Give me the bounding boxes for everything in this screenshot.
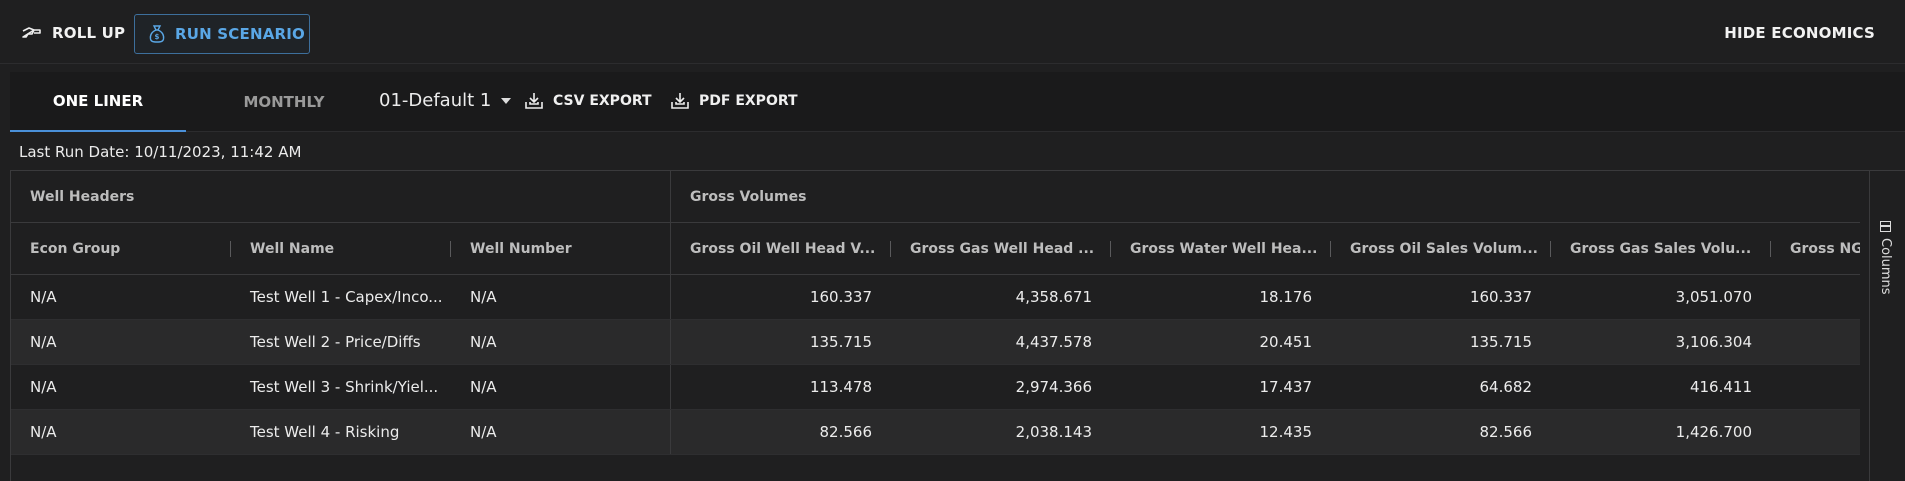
- cell-well-name: Test Well 2 - Price/Diffs: [250, 333, 421, 351]
- cell-gross-gas-sales: 3,106.304: [1675, 333, 1752, 351]
- cell-gross-oil-sales: 64.682: [1479, 378, 1533, 396]
- cell-gross-water-well-head: 20.451: [1259, 333, 1313, 351]
- col-header-well-number[interactable]: Well Number: [451, 223, 671, 275]
- caret-down-icon: [501, 97, 512, 104]
- svg-text:$: $: [154, 33, 159, 41]
- cell-gross-oil-well-head: 82.566: [819, 423, 873, 441]
- table-row[interactable]: N/A Test Well 2 - Price/Diffs N/A 135.71…: [11, 320, 1860, 365]
- pdf-export-label: PDF EXPORT: [699, 93, 798, 109]
- cell-gross-gas-well-head: 4,437.578: [1015, 333, 1092, 351]
- pdf-export-button[interactable]: PDF EXPORT: [670, 92, 798, 110]
- cell-econ-group: N/A: [30, 288, 57, 306]
- column-header-row: Econ Group Well Name Well Number Gross O…: [11, 223, 1860, 275]
- cell-gross-oil-well-head: 160.337: [809, 288, 872, 306]
- cell-gross-oil-sales: 135.715: [1469, 333, 1532, 351]
- cell-well-number: N/A: [451, 410, 671, 454]
- cell-gross-oil-well-head: 113.478: [809, 378, 872, 396]
- roll-up-button[interactable]: ROLL UP: [22, 20, 125, 46]
- col-header-gross-oil-sales[interactable]: Gross Oil Sales Volum...: [1331, 223, 1551, 275]
- col-header-gross-gas-well-head[interactable]: Gross Gas Well Head ...: [891, 223, 1111, 275]
- run-scenario-button[interactable]: $ RUN SCENARIO: [134, 14, 310, 54]
- cell-gross-gas-sales: 416.411: [1689, 378, 1752, 396]
- table-row[interactable]: N/A Test Well 3 - Shrink/Yiel... N/A 113…: [11, 365, 1860, 410]
- one-liner-grid: Well Headers Gross Volumes Econ Group We…: [10, 170, 1905, 481]
- cell-gross-water-well-head: 17.437: [1259, 378, 1313, 396]
- download-tray-icon: [525, 93, 543, 109]
- scenario-select-value: 01-Default 1: [379, 90, 492, 111]
- cell-gross-oil-sales: 82.566: [1479, 423, 1533, 441]
- money-bag-icon: $: [149, 25, 165, 43]
- col-header-well-name[interactable]: Well Name: [231, 223, 451, 275]
- columns-icon: [1880, 221, 1891, 232]
- cell-gross-water-well-head: 12.435: [1259, 423, 1313, 441]
- group-header-well-headers: Well Headers: [11, 171, 671, 223]
- table-row[interactable]: N/A Test Well 1 - Capex/Inco... N/A 160.…: [11, 275, 1860, 320]
- columns-panel-toggle[interactable]: Columns: [1878, 221, 1893, 295]
- top-toolbar: ROLL UP $ RUN SCENARIO HIDE ECONOMICS: [0, 0, 1905, 64]
- csv-export-label: CSV EXPORT: [553, 93, 652, 109]
- hide-economics-button[interactable]: HIDE ECONOMICS: [1724, 20, 1875, 46]
- view-tab-bar: ONE LINER MONTHLY 01-Default 1 CSV EXPOR…: [10, 72, 1905, 132]
- cell-gross-gas-sales: 3,051.070: [1675, 288, 1752, 306]
- cell-gross-oil-well-head: 135.715: [809, 333, 872, 351]
- csv-export-button[interactable]: CSV EXPORT: [524, 92, 652, 110]
- cell-well-name: Test Well 3 - Shrink/Yiel...: [250, 378, 439, 396]
- col-header-econ-group[interactable]: Econ Group: [11, 223, 231, 275]
- last-run-date: Last Run Date: 10/11/2023, 11:42 AM: [19, 143, 302, 161]
- cell-gross-gas-sales: 1,426.700: [1675, 423, 1752, 441]
- scenario-select[interactable]: 01-Default 1: [379, 90, 512, 111]
- cell-well-name: Test Well 4 - Risking: [250, 423, 400, 441]
- columns-side-panel: Columns: [1869, 171, 1905, 481]
- table-row[interactable]: N/A Test Well 4 - Risking N/A 82.566 2,0…: [11, 410, 1860, 455]
- col-header-gross-gas-sales[interactable]: Gross Gas Sales Volu...: [1551, 223, 1771, 275]
- col-header-gross-oil-well-head[interactable]: Gross Oil Well Head V...: [671, 223, 891, 275]
- cell-well-number: N/A: [451, 365, 671, 409]
- cell-well-number: N/A: [451, 320, 671, 364]
- run-scenario-label: RUN SCENARIO: [175, 25, 306, 43]
- cell-gross-gas-well-head: 4,358.671: [1015, 288, 1092, 306]
- hand-icon: [22, 27, 41, 38]
- cell-econ-group: N/A: [30, 378, 57, 396]
- download-tray-icon: [671, 93, 689, 109]
- col-header-gross-water-well-head[interactable]: Gross Water Well Hea...: [1111, 223, 1331, 275]
- cell-well-name: Test Well 1 - Capex/Inco...: [250, 288, 443, 306]
- cell-econ-group: N/A: [30, 423, 57, 441]
- cell-gross-oil-sales: 160.337: [1469, 288, 1532, 306]
- cell-well-number: N/A: [451, 275, 671, 319]
- tab-monthly[interactable]: MONTHLY: [196, 72, 372, 132]
- column-group-row: Well Headers Gross Volumes: [11, 171, 1860, 223]
- cell-gross-gas-well-head: 2,038.143: [1015, 423, 1092, 441]
- cell-econ-group: N/A: [30, 333, 57, 351]
- tab-one-liner[interactable]: ONE LINER: [10, 72, 186, 132]
- columns-panel-label: Columns: [1878, 238, 1893, 295]
- col-header-gross-ngl[interactable]: Gross NGL: [1771, 223, 1860, 275]
- cell-gross-water-well-head: 18.176: [1259, 288, 1313, 306]
- roll-up-label: ROLL UP: [52, 24, 126, 42]
- group-header-gross-volumes: Gross Volumes: [690, 189, 807, 205]
- cell-gross-gas-well-head: 2,974.366: [1015, 378, 1092, 396]
- hide-economics-label: HIDE ECONOMICS: [1724, 24, 1875, 42]
